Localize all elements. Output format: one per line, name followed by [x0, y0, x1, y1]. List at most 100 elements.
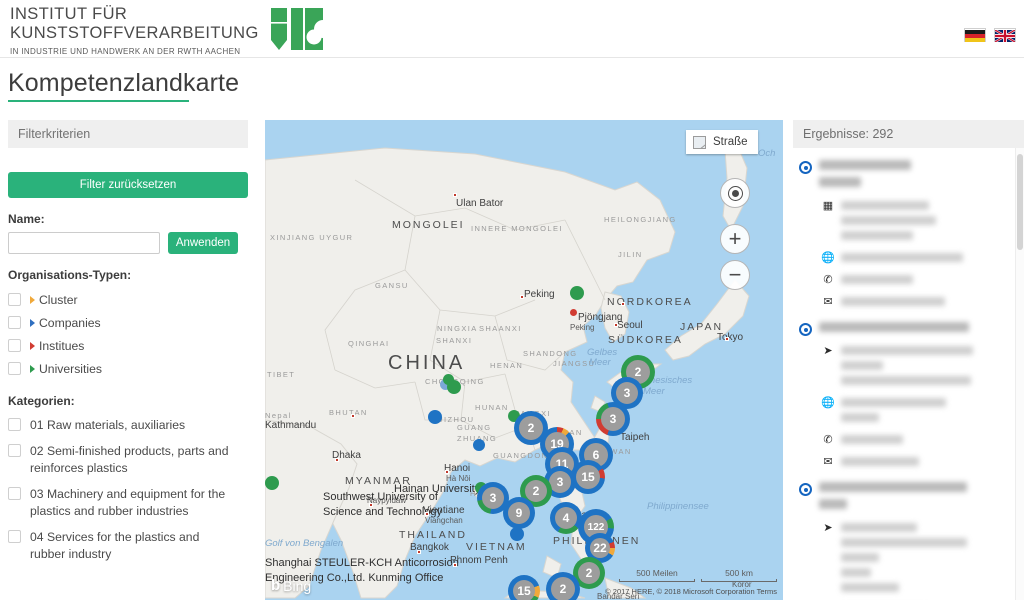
map-point-marker[interactable] — [510, 527, 524, 541]
redacted-text — [841, 253, 963, 262]
results-list[interactable]: ▦🌐✆✉➤🌐✆✉➤🌐✆ — [793, 148, 1024, 600]
envelope-icon: ✉ — [823, 296, 833, 308]
map-scale-bar: 500 Meilen 500 km — [619, 568, 777, 582]
redacted-text — [841, 583, 899, 592]
redacted-text — [841, 538, 967, 547]
map-cluster-marker[interactable]: 15 — [508, 575, 540, 600]
redacted-text — [841, 568, 871, 577]
map-style-button[interactable]: Straße — [686, 130, 758, 154]
result-title-row[interactable] — [799, 160, 1024, 194]
category-row[interactable]: 03 Machinery and equipment for the plast… — [8, 486, 248, 520]
org-type-row[interactable]: Companies — [8, 311, 248, 334]
result-detail-row: 🌐 — [799, 253, 1024, 268]
city-dot-icon — [425, 512, 429, 516]
results-scroll-thumb[interactable] — [1017, 154, 1023, 250]
org-type-checkbox[interactable] — [8, 316, 21, 329]
org-type-checkbox[interactable] — [8, 362, 21, 375]
org-type-checkbox[interactable] — [8, 339, 21, 352]
result-detail-row: ✉ — [799, 297, 1024, 312]
category-row[interactable]: 01 Raw materials, auxiliaries — [8, 417, 248, 434]
redacted-text — [841, 435, 903, 444]
cluster-count: 15 — [576, 465, 600, 489]
org-type-label: Universities — [39, 361, 102, 376]
cluster-count: 2 — [578, 562, 600, 584]
org-type-row[interactable]: Universities — [8, 357, 248, 380]
category-checkbox[interactable] — [8, 444, 21, 457]
category-checkbox[interactable] — [8, 418, 21, 431]
result-detail-row: ▦ — [799, 201, 1024, 246]
city-dot-icon — [369, 503, 373, 507]
org-type-row[interactable]: Cluster — [8, 288, 248, 311]
bing-b-icon: b — [271, 577, 281, 594]
brand-text: INSTITUT FÜR KUNSTSTOFFVERARBEITUNG IN I… — [10, 5, 259, 57]
map-panel[interactable]: MONGOLEI Ulan Bator INNERE MONGOLEI HEILONG… — [265, 120, 783, 600]
redacted-text — [819, 177, 861, 187]
result-title — [819, 322, 1024, 339]
category-checkbox[interactable] — [8, 530, 21, 543]
result-detail-text — [841, 523, 1024, 598]
flag-de-icon[interactable] — [964, 28, 986, 42]
org-type-row[interactable]: Institues — [8, 334, 248, 357]
result-item[interactable]: ➤🌐✆ — [793, 482, 1024, 600]
cluster-count: 3 — [616, 382, 638, 404]
result-item[interactable]: ➤ 🌐 ✆ ✉ — [793, 322, 1024, 472]
redacted-text — [819, 482, 967, 492]
language-switcher[interactable] — [964, 28, 1016, 44]
map-point-marker[interactable] — [447, 380, 461, 394]
zoom-in-button[interactable]: + — [720, 224, 750, 254]
target-icon[interactable] — [799, 323, 812, 336]
result-title-row[interactable] — [799, 482, 1024, 516]
map-cluster-marker[interactable]: 15 — [571, 460, 605, 494]
map-cluster-marker[interactable]: 3 — [596, 402, 630, 436]
city-dot-icon — [445, 470, 449, 474]
result-detail-text — [841, 275, 1024, 290]
org-type-label: Cluster — [39, 292, 78, 307]
page-title: Kompetenzlandkarte — [8, 69, 240, 97]
target-icon[interactable] — [799, 161, 812, 174]
reset-filter-button[interactable]: Filter zurücksetzen — [8, 172, 248, 198]
map-cluster-marker[interactable]: 9 — [503, 497, 535, 529]
redacted-text — [841, 376, 971, 385]
flag-en-icon[interactable] — [994, 28, 1016, 44]
results-scrollbar[interactable] — [1015, 148, 1024, 600]
city-dot-icon — [453, 563, 457, 567]
category-row[interactable]: 04 Services for the plastics and rubber … — [8, 529, 248, 563]
locate-icon[interactable] — [720, 178, 750, 208]
scale-km: 500 km — [701, 568, 777, 582]
org-type-marker-icon — [30, 341, 35, 350]
result-title-row[interactable] — [799, 322, 1024, 339]
name-input[interactable] — [8, 232, 160, 254]
result-detail-text — [841, 201, 1024, 246]
category-row[interactable]: 02 Semi-finished products, parts and rei… — [8, 443, 248, 477]
map-point-marker[interactable] — [473, 439, 485, 451]
filter-panel-header: Filterkriterien — [8, 120, 248, 148]
bing-logo[interactable]: b Bing — [271, 577, 311, 594]
target-icon[interactable] — [799, 483, 812, 496]
brand-logo[interactable]: INSTITUT FÜR KUNSTSTOFFVERARBEITUNG IN I… — [10, 5, 325, 57]
building-icon: ▦ — [822, 200, 834, 212]
result-detail-row: ✆ — [799, 435, 1024, 450]
result-detail-text — [841, 435, 1024, 450]
result-item[interactable]: ▦ 🌐 ✆ ✉ — [793, 160, 1024, 312]
redacted-text — [819, 322, 969, 332]
map-point-marker[interactable] — [570, 309, 577, 316]
org-type-marker-icon — [30, 295, 35, 304]
navigation-icon: ➤ — [823, 345, 833, 357]
scale-miles-label: 500 Meilen — [636, 568, 678, 578]
apply-filter-button[interactable]: Anwenden — [168, 232, 238, 254]
category-checkbox[interactable] — [8, 487, 21, 500]
cluster-count: 22 — [590, 538, 610, 558]
city-dot-icon — [621, 302, 625, 306]
map-point-marker[interactable] — [265, 476, 279, 490]
map-point-marker[interactable] — [570, 286, 584, 300]
zoom-out-button[interactable]: − — [720, 260, 750, 290]
results-panel: Ergebnisse: 292 ▦🌐✆✉➤🌐✆✉➤🌐✆ — [793, 120, 1024, 600]
redacted-text — [841, 457, 919, 466]
org-type-checkbox[interactable] — [8, 293, 21, 306]
result-detail-text — [841, 457, 1024, 472]
ikv-logo-icon — [269, 6, 325, 57]
result-detail-row: ✉ — [799, 457, 1024, 472]
map-point-marker[interactable] — [428, 410, 442, 424]
city-dot-icon — [335, 458, 339, 462]
map-cluster-marker[interactable]: 2 — [546, 572, 580, 600]
